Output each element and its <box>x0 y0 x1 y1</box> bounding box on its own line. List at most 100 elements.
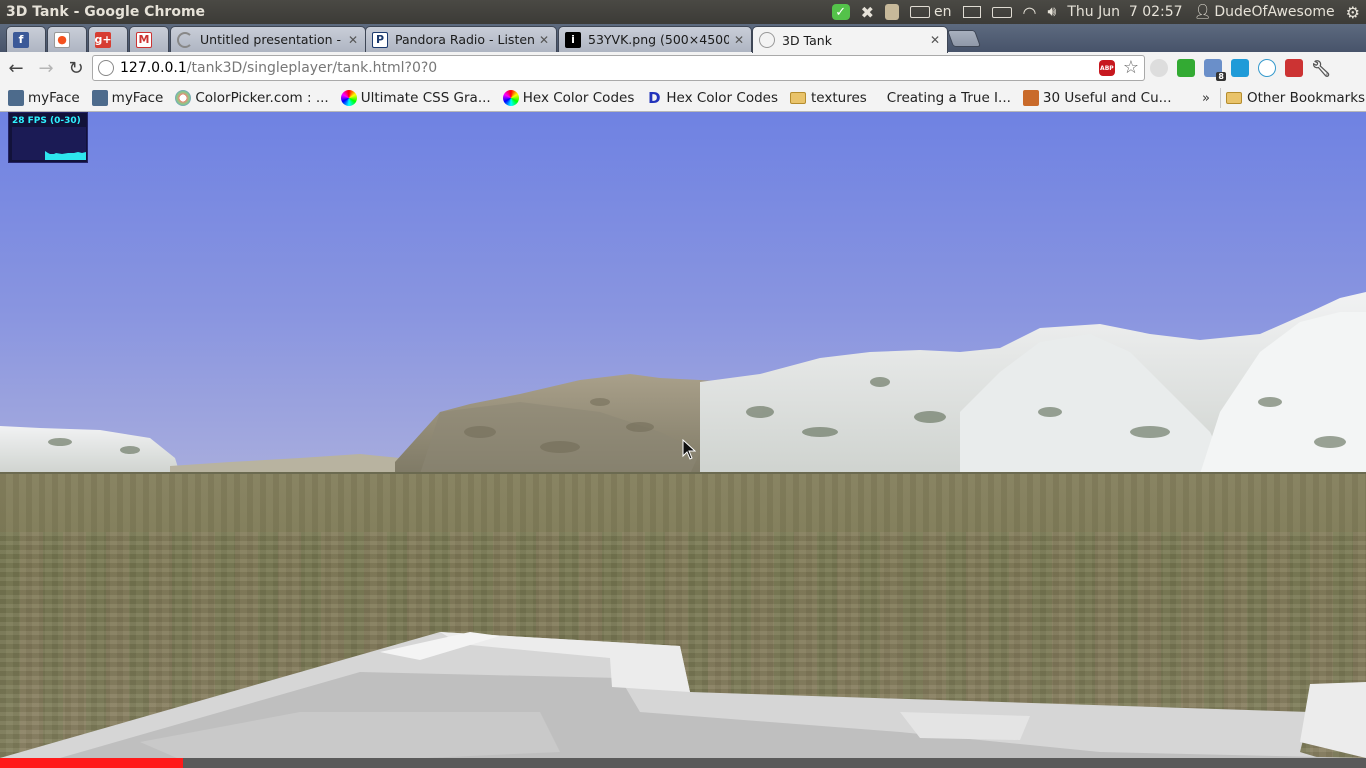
bookmark-item[interactable]: Creating a True I... <box>873 86 1017 110</box>
search-extension-icon[interactable] <box>1150 59 1168 77</box>
bookmark-label: Hex Color Codes <box>666 89 778 106</box>
url-path: /tank3D/singleplayer/tank.html?0?0 <box>186 60 438 76</box>
mail-icon[interactable] <box>962 0 981 24</box>
mouse-cursor-icon <box>682 439 696 460</box>
extension-area: 8 🔧︎ <box>1150 52 1331 84</box>
fps-graph-bars <box>45 151 86 160</box>
keyboard-layout-indicator[interactable]: en <box>910 0 952 24</box>
close-tab-icon[interactable]: ✕ <box>347 33 359 47</box>
browser-toolbar: ← → ↻ 127.0.0.1/tank3D/singleplayer/tank… <box>0 52 1366 84</box>
window-title: 3D Tank - Google Chrome <box>6 4 206 20</box>
user-menu[interactable]: 👤︎ DudeOfAwesome <box>1194 0 1335 24</box>
tab-label: Pandora Radio - Listen to F <box>395 32 534 47</box>
close-tab-icon[interactable]: ✕ <box>929 33 941 47</box>
tab-untitled-presentation[interactable]: Untitled presentation - Go ✕ <box>170 26 366 52</box>
back-arrow-icon[interactable]: ← <box>2 54 30 82</box>
keyboard-icon <box>910 6 931 18</box>
tab-3d-tank[interactable]: 3D Tank ✕ <box>752 26 948 53</box>
bookmark-item[interactable]: D Hex Color Codes <box>640 86 784 110</box>
fps-label: 28 FPS (0-30) <box>12 116 81 126</box>
bookmark-folder[interactable]: textures <box>784 86 873 110</box>
session-gear-icon[interactable]: ⚙ <box>1346 0 1360 24</box>
fps-graph <box>12 127 86 160</box>
dropbox-icon[interactable]: ✖ <box>861 0 874 24</box>
bookmark-star-icon[interactable]: ☆ <box>1123 59 1139 77</box>
tank-health-fill <box>0 758 184 768</box>
d-logo-icon: D <box>648 88 661 107</box>
user-name: DudeOfAwesome <box>1214 4 1335 20</box>
panel-indicators: ✓ ✖ en ◠ 🔊︎ Thu Jun 7 02:57 👤︎ DudeOfAwes… <box>831 0 1366 24</box>
ridge-far <box>170 454 420 474</box>
google-voice-icon[interactable] <box>1258 59 1276 77</box>
top-panel: 3D Tank - Google Chrome ✓ ✖ en ◠ 🔊︎ Thu … <box>0 0 1366 24</box>
image-icon: i <box>565 31 581 48</box>
facebook-icon: f <box>13 31 29 48</box>
keyboard-layout-label: en <box>934 4 952 20</box>
folder-icon <box>790 91 806 104</box>
extension-badge-icon[interactable]: 8 <box>1204 59 1226 81</box>
site-icon <box>1022 89 1039 106</box>
fps-monitor[interactable]: 28 FPS (0-30) <box>8 112 88 163</box>
adblock-icon[interactable]: ABP <box>1098 60 1115 76</box>
clipboard-icon[interactable] <box>885 0 900 24</box>
gmail-icon: M <box>136 31 152 48</box>
bookmark-label: ColorPicker.com : ... <box>195 89 329 106</box>
bookmark-label: Hex Color Codes <box>522 89 635 106</box>
other-bookmarks-label: Other Bookmarks <box>1247 90 1366 106</box>
folder-icon <box>1226 92 1242 104</box>
myface-icon <box>8 89 24 106</box>
globe-icon <box>98 60 114 76</box>
bookmark-label: myFace <box>28 89 80 106</box>
bookmark-label: Ultimate CSS Gra... <box>360 89 491 106</box>
other-bookmarks[interactable]: Other Bookmarks <box>1226 84 1365 112</box>
tab-strip: f ● g+ M Untitled presentation - Go ✕ P … <box>0 24 1366 53</box>
wrench-menu-icon[interactable]: 🔧︎ <box>1311 59 1331 78</box>
tab-reddit[interactable]: ● <box>47 26 87 52</box>
game-canvas[interactable]: 28 FPS (0-30) <box>0 112 1366 768</box>
mountain-left <box>0 426 180 474</box>
user-icon: 👤︎ <box>1193 4 1212 20</box>
bookmark-item[interactable]: 30 Useful and Cu... <box>1017 86 1178 110</box>
bookmark-item[interactable]: myFace <box>86 86 170 110</box>
bookmark-label: 30 Useful and Cu... <box>1042 89 1172 106</box>
bookmarks-separator <box>1220 88 1221 108</box>
tab-image[interactable]: i 53YVK.png (500×4500) ✕ <box>558 26 752 52</box>
tab-label: 3D Tank <box>782 32 832 48</box>
wifi-icon[interactable]: ◠ <box>1023 0 1037 24</box>
bookmark-item[interactable]: ColorPicker.com : ... <box>169 86 334 110</box>
extension-badge: 8 <box>1216 72 1226 81</box>
close-tab-icon[interactable]: ✕ <box>538 33 550 47</box>
bookmark-label: Creating a True I... <box>886 89 1011 106</box>
tank-body <box>0 632 1366 768</box>
bookmark-item[interactable]: myFace <box>0 86 86 110</box>
sync-check-icon[interactable]: ✓ <box>831 0 850 24</box>
battery-icon[interactable] <box>991 0 1012 24</box>
screen-capture-icon[interactable] <box>1231 59 1249 77</box>
reload-icon[interactable]: ↻ <box>62 54 90 82</box>
bookmark-item[interactable]: Ultimate CSS Gra... <box>335 86 497 110</box>
color-wheel-icon <box>502 89 519 106</box>
page-icon <box>759 32 775 48</box>
tab-pandora[interactable]: P Pandora Radio - Listen to F ✕ <box>365 26 557 52</box>
new-tab-button[interactable] <box>946 30 982 47</box>
address-bar[interactable]: 127.0.0.1/tank3D/singleplayer/tank.html?… <box>92 55 1145 81</box>
pdf-icon[interactable] <box>1285 59 1303 77</box>
tab-google-plus[interactable]: g+ <box>88 26 128 52</box>
tab-facebook[interactable]: f <box>6 26 46 52</box>
clock[interactable]: Thu Jun 7 02:57 <box>1067 0 1182 24</box>
evernote-icon[interactable] <box>1177 59 1195 77</box>
url-host: 127.0.0.1 <box>120 60 187 76</box>
bookmark-label: textures <box>811 89 867 106</box>
tab-gmail[interactable]: M <box>129 26 169 52</box>
volume-icon[interactable]: 🔊︎ <box>1048 0 1057 24</box>
google-plus-icon: g+ <box>94 31 112 48</box>
tab-label: 53YVK.png (500×4500) <box>588 32 729 47</box>
forward-arrow-icon[interactable]: → <box>32 54 60 82</box>
bookmarks-bar: myFace myFace ColorPicker.com : ... Ulti… <box>0 84 1366 112</box>
tab-label: Untitled presentation - Go <box>200 32 343 47</box>
gradient-icon <box>340 89 357 106</box>
bookmarks-overflow-chevron-icon[interactable]: » <box>1202 84 1210 112</box>
reddit-icon: ● <box>54 31 70 48</box>
close-tab-icon[interactable]: ✕ <box>733 33 745 47</box>
bookmark-item[interactable]: Hex Color Codes <box>497 86 641 110</box>
